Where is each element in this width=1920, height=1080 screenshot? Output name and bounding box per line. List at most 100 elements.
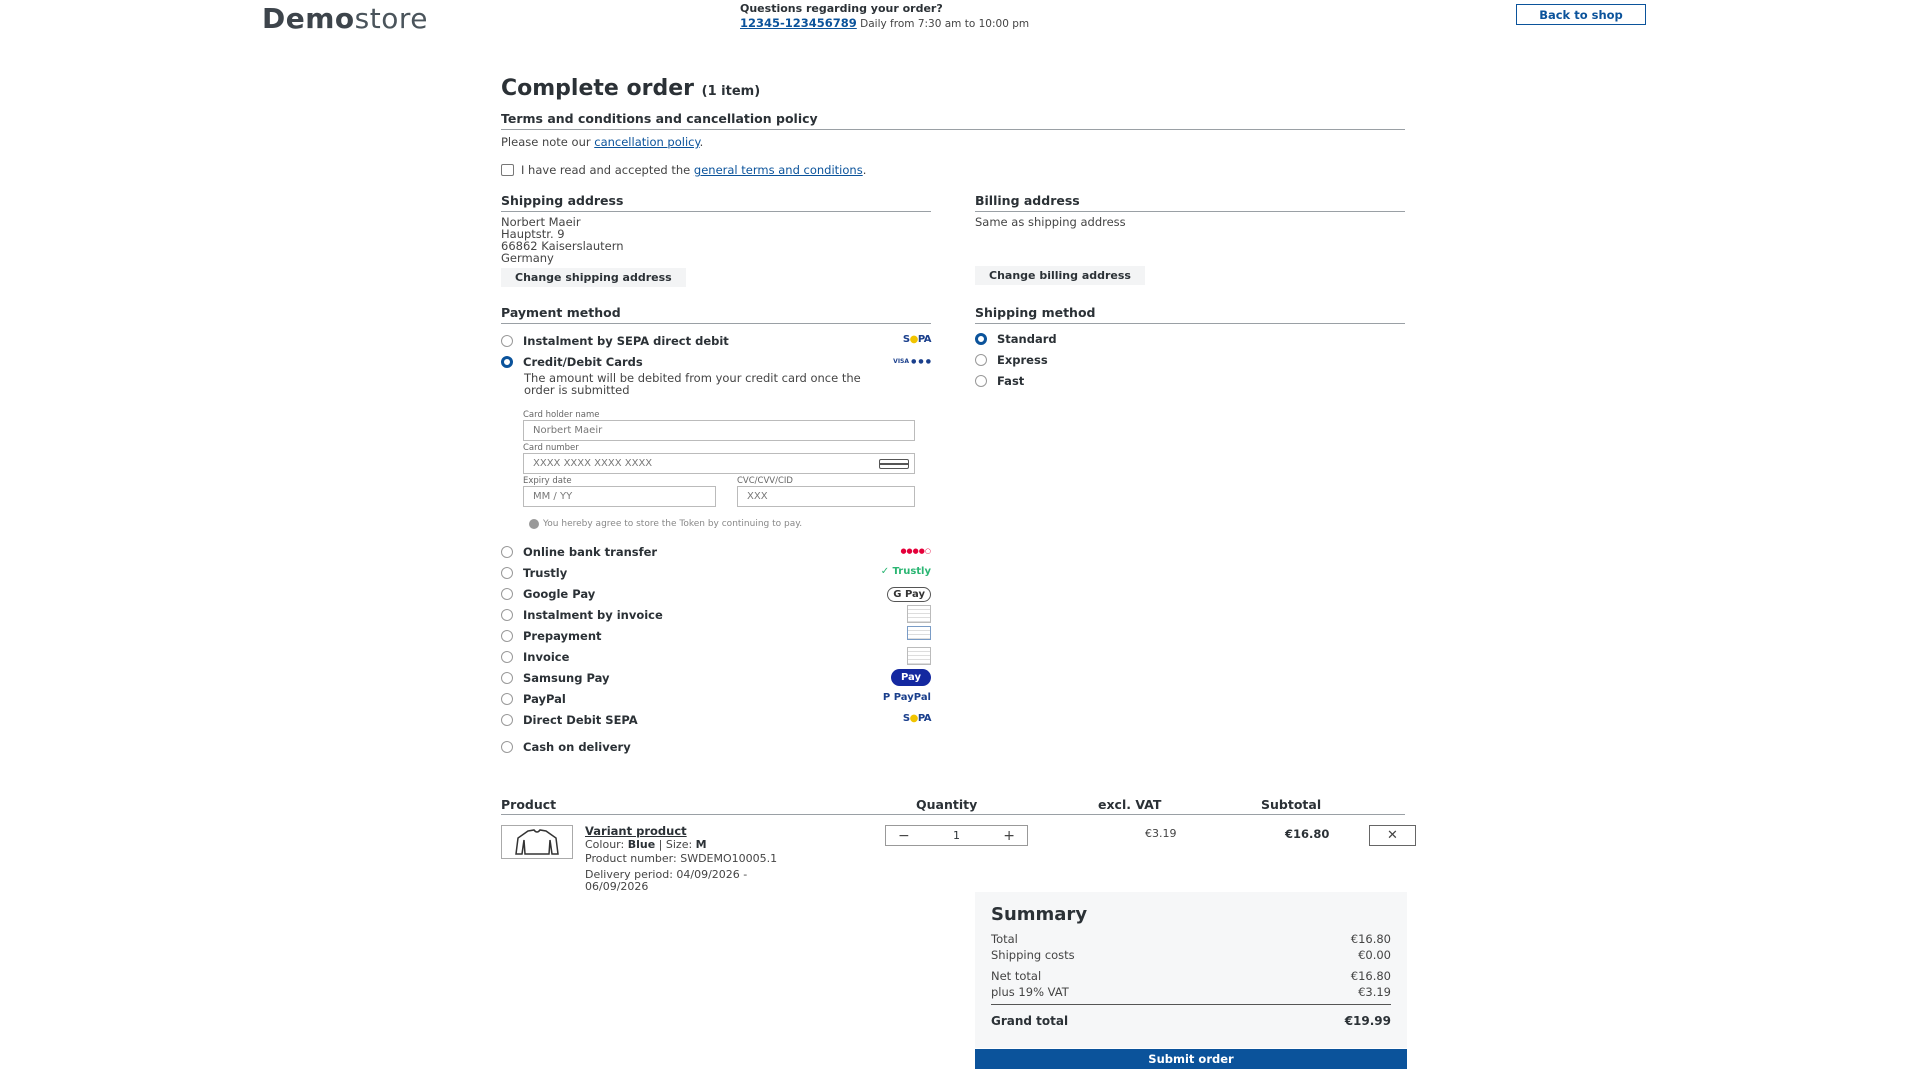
shipping-option-label: Fast bbox=[997, 373, 1025, 388]
phone-link[interactable]: 12345-123456789 bbox=[740, 16, 857, 30]
radio-fast[interactable] bbox=[975, 374, 987, 387]
shipping-address-text: Norbert Maeir Hauptstr. 9 66862 Kaisersl… bbox=[501, 216, 931, 264]
expiry-label: Expiry date bbox=[523, 476, 572, 486]
shipping-option-standard[interactable]: Standard bbox=[975, 328, 1405, 349]
order-summary: Summary Total €16.80 Shipping costs €0.0… bbox=[975, 892, 1407, 1048]
payment-option-label: PayPal bbox=[523, 691, 566, 706]
payment-option-online-bank[interactable]: Online bank transfer ●●●●○ bbox=[501, 541, 931, 562]
payment-option-credit-card[interactable]: Credit/Debit Cards VISA ● ● ● bbox=[501, 351, 931, 372]
summary-total-row: Total €16.80 bbox=[991, 931, 1391, 947]
payment-option-label: Samsung Pay bbox=[523, 670, 610, 685]
payment-method-col: Payment method Instalment by SEPA direct… bbox=[501, 305, 932, 757]
change-billing-address-button[interactable]: Change billing address bbox=[975, 266, 1145, 285]
payment-option-paypal[interactable]: PayPal P PayPal bbox=[501, 688, 931, 709]
change-shipping-address-button[interactable]: Change shipping address bbox=[501, 268, 686, 287]
product-image[interactable] bbox=[501, 825, 573, 859]
token-note-text: You hereby agree to store the Token by c… bbox=[543, 519, 803, 529]
quantity-value[interactable]: 1 bbox=[953, 829, 960, 842]
submit-order-button[interactable]: Submit order bbox=[975, 1049, 1407, 1069]
shipping-method-heading: Shipping method bbox=[975, 305, 1405, 324]
payment-option-label: Direct Debit SEPA bbox=[523, 712, 638, 727]
payment-option-label: Credit/Debit Cards bbox=[523, 354, 643, 369]
expiry-input[interactable]: MM / YY bbox=[523, 486, 716, 507]
colour-label: Colour: bbox=[585, 838, 625, 851]
cancellation-note: Please note our cancellation policy. bbox=[501, 135, 1405, 149]
payment-option-invoice[interactable]: Invoice bbox=[501, 646, 931, 667]
radio-instalment-invoice[interactable] bbox=[501, 608, 513, 621]
item-count: (1 item) bbox=[701, 84, 761, 99]
summary-shipping-row: Shipping costs €0.00 bbox=[991, 947, 1391, 963]
payment-option-google-pay[interactable]: Google Pay G Pay bbox=[501, 583, 931, 604]
cancellation-policy-link[interactable]: cancellation policy bbox=[594, 135, 699, 149]
payment-option-instalment-invoice[interactable]: Instalment by invoice bbox=[501, 604, 931, 625]
col-vat: excl. VAT bbox=[1098, 797, 1162, 812]
shipping-address-col: Shipping address Norbert Maeir Hauptstr.… bbox=[501, 193, 931, 287]
back-to-shop-button[interactable]: Back to shop bbox=[1516, 4, 1646, 25]
product-number-value: SWDEMO10005.1 bbox=[680, 852, 778, 865]
store-logo[interactable]: Demostore bbox=[262, 2, 428, 35]
contact-hours: Daily from 7:30 am to 10:00 pm bbox=[860, 18, 1030, 30]
summary-grand-row: Grand total €19.99 bbox=[991, 1004, 1391, 1029]
summary-total-label: Total bbox=[991, 932, 1018, 946]
radio-paypal[interactable] bbox=[501, 692, 513, 705]
cvc-input[interactable]: XXX bbox=[737, 486, 915, 507]
summary-net-value: €16.80 bbox=[1350, 969, 1391, 983]
sepa-logo-icon: S●PA bbox=[902, 334, 932, 345]
remove-item-button[interactable]: ✕ bbox=[1369, 825, 1416, 846]
cvc-label: CVC/CVV/CID bbox=[737, 476, 793, 486]
sweater-icon bbox=[515, 829, 559, 855]
page-title-text: Complete order bbox=[501, 76, 694, 101]
col-quantity: Quantity bbox=[916, 797, 978, 812]
card-number-input[interactable]: XXXX XXXX XXXX XXXX bbox=[523, 453, 915, 474]
billing-address-heading: Billing address bbox=[975, 193, 1405, 212]
summary-vat-label: plus 19% VAT bbox=[991, 985, 1069, 999]
terms-checkbox[interactable] bbox=[501, 164, 514, 176]
radio-prepayment[interactable] bbox=[501, 629, 513, 642]
sepa-logo-icon: S●PA bbox=[902, 713, 932, 724]
payment-option-label: Instalment by SEPA direct debit bbox=[523, 333, 729, 348]
payment-option-samsung-pay[interactable]: Samsung Pay Pay bbox=[501, 667, 931, 688]
payment-option-label: Instalment by invoice bbox=[523, 607, 663, 622]
billing-address-text: Same as shipping address bbox=[975, 216, 1405, 228]
radio-online-bank[interactable] bbox=[501, 545, 513, 558]
plus-icon[interactable]: + bbox=[1003, 828, 1015, 844]
radio-google-pay[interactable] bbox=[501, 587, 513, 600]
payment-option-cash-on-delivery[interactable]: Cash on delivery bbox=[501, 736, 931, 757]
payment-option-direct-debit-sepa[interactable]: Direct Debit SEPA S●PA bbox=[501, 709, 932, 730]
product-number-label: Product number: bbox=[585, 852, 677, 865]
general-terms-link[interactable]: general terms and conditions bbox=[694, 163, 863, 177]
page-title: Complete order (1 item) bbox=[501, 76, 1405, 101]
shipping-option-fast[interactable]: Fast bbox=[975, 370, 1405, 391]
trustly-logo-icon: ✓ Trustly bbox=[880, 566, 931, 577]
invoice-document-icon bbox=[907, 605, 931, 623]
radio-standard[interactable] bbox=[975, 332, 987, 345]
payment-option-label: Prepayment bbox=[523, 628, 602, 643]
terms-check-suffix: . bbox=[862, 163, 867, 177]
shipping-address-heading: Shipping address bbox=[501, 193, 931, 212]
product-vat: €3.19 bbox=[1145, 827, 1177, 840]
address-city: 66862 Kaiserslautern bbox=[501, 239, 624, 253]
address-section: Shipping address Norbert Maeir Hauptstr.… bbox=[501, 193, 1405, 287]
radio-sepa-instalment[interactable] bbox=[501, 334, 513, 347]
radio-invoice[interactable] bbox=[501, 650, 513, 663]
radio-cash-on-delivery[interactable] bbox=[501, 740, 513, 753]
summary-grand-label: Grand total bbox=[991, 1014, 1069, 1028]
radio-direct-debit-sepa[interactable] bbox=[501, 713, 513, 726]
radio-credit-card[interactable] bbox=[501, 355, 513, 368]
payment-option-prepayment[interactable]: Prepayment bbox=[501, 625, 931, 646]
contact-info: Questions regarding your order? 12345-12… bbox=[740, 2, 1029, 30]
radio-trustly[interactable] bbox=[501, 566, 513, 579]
shipping-option-express[interactable]: Express bbox=[975, 349, 1405, 370]
product-name-link[interactable]: Variant product bbox=[585, 825, 795, 837]
product-info: Variant product Colour: Blue | Size: M P… bbox=[585, 825, 795, 893]
bank-logos-icon: ●●●●○ bbox=[900, 547, 931, 555]
payment-option-sepa-instalment[interactable]: Instalment by SEPA direct debit S●PA bbox=[501, 330, 932, 351]
radio-express[interactable] bbox=[975, 353, 987, 366]
radio-samsung-pay[interactable] bbox=[501, 671, 513, 684]
card-holder-input[interactable]: Norbert Maeir bbox=[523, 420, 915, 441]
shipping-method-col: Shipping method Standard Express Fast bbox=[975, 305, 1405, 757]
card-holder-label: Card holder name bbox=[523, 410, 600, 420]
minus-icon[interactable]: − bbox=[898, 828, 910, 844]
summary-heading: Summary bbox=[991, 904, 1088, 925]
payment-option-trustly[interactable]: Trustly ✓ Trustly bbox=[501, 562, 931, 583]
